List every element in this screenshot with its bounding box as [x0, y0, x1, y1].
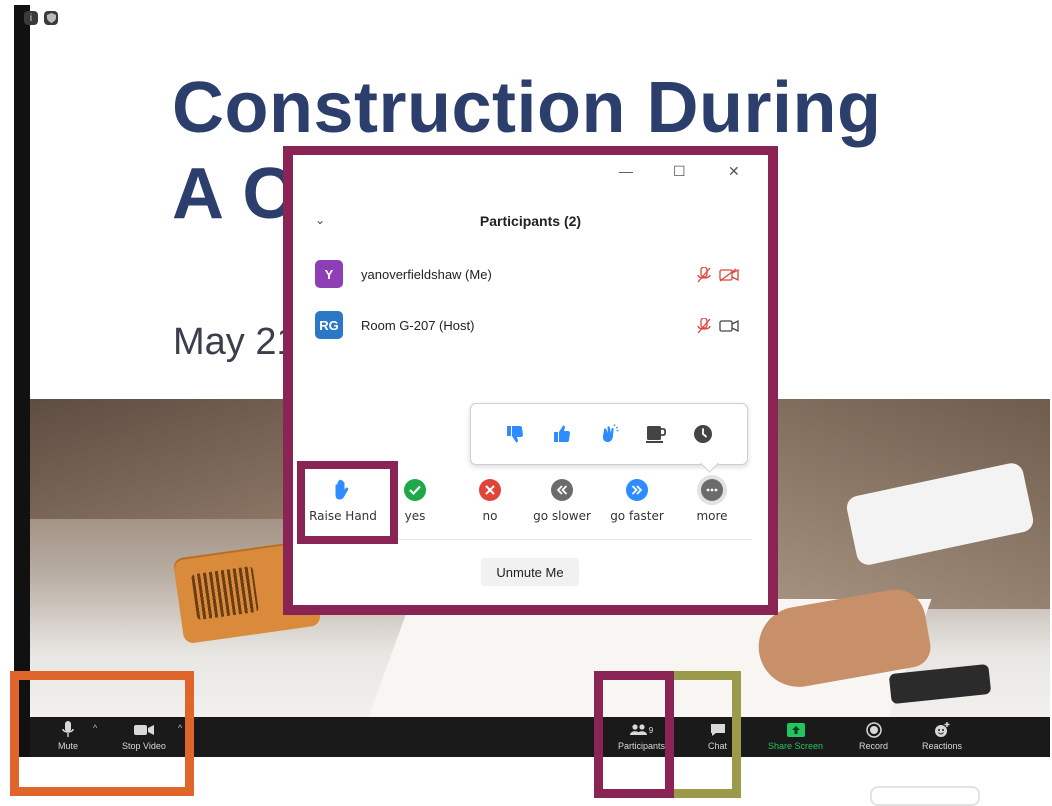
record-icon: [865, 720, 882, 740]
yes-label: yes: [404, 509, 426, 523]
clap-icon[interactable]: [595, 420, 623, 448]
info-icon[interactable]: i: [24, 11, 38, 25]
clock-icon[interactable]: [689, 420, 717, 448]
left-edge-bar: [14, 5, 30, 757]
slide-date: May 21: [173, 321, 298, 363]
no-label: no: [482, 509, 498, 523]
share-screen-label: Share Screen: [768, 741, 824, 751]
screenshot-stage: Construction During A C May 21 i Mute ^ …: [0, 0, 1052, 806]
more-button[interactable]: more: [677, 479, 747, 523]
record-button[interactable]: Record: [859, 720, 888, 751]
participant-status-icons: [697, 318, 739, 334]
rewind-icon: [551, 479, 573, 501]
no-button[interactable]: no: [455, 479, 525, 523]
minimize-icon[interactable]: —: [619, 163, 633, 179]
reactions-smiley-icon: [934, 720, 950, 740]
x-icon: [479, 479, 501, 501]
slide-title-line-1: Construction During: [172, 68, 882, 148]
more-label: more: [696, 509, 728, 523]
reactions-label: Reactions: [922, 741, 963, 751]
participant-row[interactable]: Y yanoverfieldshaw (Me): [315, 260, 492, 288]
participant-row[interactable]: RG Room G-207 (Host): [315, 311, 474, 339]
share-screen-icon: [786, 720, 805, 740]
thumbs-down-icon[interactable]: [501, 420, 529, 448]
audio-video-highlight-box: [10, 671, 194, 796]
participant-name: yanoverfieldshaw (Me): [361, 266, 492, 282]
avatar: Y: [315, 260, 343, 288]
unmute-me-button[interactable]: Unmute Me: [481, 558, 579, 586]
chat-highlight-box: [665, 671, 741, 798]
coffee-icon[interactable]: [642, 420, 670, 448]
muted-microphone-icon[interactable]: [697, 318, 711, 334]
video-camera-icon[interactable]: [719, 319, 739, 333]
more-reactions-popover: [470, 403, 748, 473]
muted-microphone-icon[interactable]: [697, 267, 711, 283]
reactions-button[interactable]: Reactions: [922, 720, 962, 751]
edge-outline: [870, 786, 980, 806]
top-left-icons: i: [24, 11, 58, 25]
participants-highlight-box: [594, 671, 674, 798]
close-icon[interactable]: ✕: [728, 163, 740, 180]
participants-title: Participants (2): [479, 213, 582, 229]
maximize-icon[interactable]: ☐: [673, 163, 686, 180]
go-slower-label: go slower: [533, 509, 591, 523]
avatar: RG: [315, 311, 343, 339]
participant-status-icons: [697, 267, 739, 283]
go-faster-button[interactable]: go faster: [602, 479, 672, 523]
thumbs-up-icon[interactable]: [548, 420, 576, 448]
check-icon: [404, 479, 426, 501]
raise-hand-highlight-box: [297, 461, 398, 544]
more-icon: [701, 479, 723, 501]
video-off-icon[interactable]: [719, 268, 739, 282]
fast-forward-icon: [626, 479, 648, 501]
record-label: Record: [859, 741, 889, 751]
go-slower-button[interactable]: go slower: [527, 479, 597, 523]
share-screen-button[interactable]: Share Screen: [768, 720, 823, 751]
security-shield-icon[interactable]: [44, 11, 58, 25]
go-faster-label: go faster: [610, 509, 664, 523]
participant-name: Room G-207 (Host): [361, 317, 475, 333]
